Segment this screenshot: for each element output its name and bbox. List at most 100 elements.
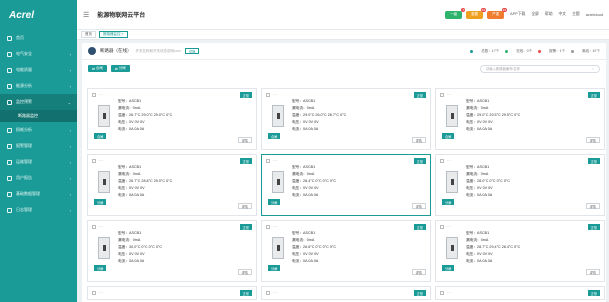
detail-button[interactable]: 详情: [237, 203, 252, 209]
device-header: 断路器（在线） 开关名称和开关状态说明xxxx 切换 总数：17个 在线：0个 报警…: [82, 43, 606, 60]
select-checkbox[interactable]: [92, 291, 96, 295]
sidebar-item-11[interactable]: 日志管理 ›: [0, 202, 77, 218]
switch-button[interactable]: 合闸: [268, 133, 281, 139]
info-leak: 漏电流：0mA: [118, 106, 141, 110]
select-checkbox[interactable]: [266, 225, 270, 229]
sidebar-item-1[interactable]: 电气安全 ›: [0, 46, 77, 62]
breaker-info: 型号：ASCB1 漏电流：0mA 温度：26.7°C 28.8°C 29.0°C 0…: [118, 164, 172, 199]
sidebar-item-0[interactable]: 首页: [0, 30, 77, 46]
select-checkbox[interactable]: [440, 225, 444, 229]
breaker-card[interactable]: ··· 正常 分闸 型号：ASCB1 漏电流：0mA 温度：28.4°C 0°C 0°C …: [261, 154, 431, 216]
sidebar-item-label: 监控预警: [16, 99, 32, 104]
menu-icon[interactable]: ☰: [83, 11, 89, 19]
breaker-card[interactable]: ··· 正常 分闸 型号：ASCB1 漏电流：0mA 温度：30.0°C 0°C 0°C …: [87, 220, 257, 282]
tab-0[interactable]: 首页: [81, 31, 96, 38]
card-dots: ···: [447, 290, 451, 295]
info-curr: 电流：0A 0A 0A: [292, 259, 319, 263]
breaker-card[interactable]: ··· 正常 分闸 型号：ASCB1 漏电流：0mA 温度：26.7°C 28.8°C 2…: [87, 154, 257, 216]
top-link-5[interactable]: acrelcloud: [586, 13, 603, 17]
sidebar: Acrel 首页 电气安全 › 电能质量 › 能源分析 › 监控预警 ⌄ 断路器监控 损耗分析 › 报警…: [0, 0, 77, 302]
sidebar-item-10[interactable]: 基础数据管理 ›: [0, 186, 77, 202]
nav-item-icon: [7, 191, 12, 197]
sidebar-item-2[interactable]: 电能质量 ›: [0, 62, 77, 78]
select-checkbox[interactable]: [266, 93, 270, 97]
switch-button[interactable]: 分闸: [268, 265, 281, 271]
detail-button[interactable]: 详情: [411, 137, 426, 143]
select-checkbox[interactable]: [440, 159, 444, 163]
select-checkbox[interactable]: [440, 93, 444, 97]
switch-button[interactable]: 分闸: [442, 199, 455, 205]
info-model: 型号：ASCB1: [118, 231, 142, 235]
main-area: ☰ 能源物联网云平台 一级 7 重要 19 严重 43 APP下载 全屏 帮助 中文 主题 acrel…: [77, 0, 609, 302]
detail-button[interactable]: 详情: [585, 203, 600, 209]
switch-button[interactable]: 分闸: [442, 265, 455, 271]
detail-button[interactable]: 详情: [585, 269, 600, 275]
select-checkbox[interactable]: [440, 291, 444, 295]
search-icon[interactable]: ○: [592, 67, 594, 71]
breaker-card[interactable]: ··· 正常: [87, 286, 257, 300]
alarm-pill-label: 严重: [492, 12, 500, 16]
breaker-card[interactable]: ··· 正常 合闸 型号：ASCB1 漏电流：0mA 温度：26.7°C 29.0°C 2…: [87, 88, 257, 150]
select-checkbox[interactable]: [92, 225, 96, 229]
switch-button[interactable]: 分闸: [94, 199, 107, 205]
chevron-icon: ›: [69, 207, 71, 213]
chevron-icon: ›: [69, 83, 71, 89]
breaker-info: 型号：ASCB1 漏电流：0mA 温度：29.0°C 26.0°C 28.7°C 0…: [292, 98, 346, 133]
select-checkbox[interactable]: [92, 93, 96, 97]
status-badge: 正常: [239, 92, 252, 98]
breaker-info: 型号：ASCB1 漏电流：0mA 温度：29.0°C 29.5°C 29.5°C 0…: [466, 98, 520, 133]
sidebar-item-6[interactable]: 损耗分析 ›: [0, 122, 77, 138]
info-volt: 电压：0V 0V 0V: [118, 120, 145, 124]
info-temp: 温度：28.0°C 0°C 0°C 0°C: [466, 179, 511, 183]
switch-button[interactable]: 合闸: [442, 133, 455, 139]
switch-button[interactable]: 分闸: [94, 265, 107, 271]
select-checkbox[interactable]: [266, 159, 270, 163]
change-button[interactable]: 切换: [185, 48, 200, 54]
tab-1[interactable]: 断路器监控 ×: [99, 31, 128, 38]
breaker-panel: 断路器（在线） 开关名称和开关状态说明xxxx 切换 总数：17个 在线：0个 报警…: [82, 43, 606, 302]
breaker-card[interactable]: ··· 正常 分闸 型号：ASCB1 漏电流：0mA 温度：28.7°C 29.4°C 2…: [435, 220, 605, 282]
card-dots: ···: [273, 290, 277, 295]
close-all-button[interactable]: ⇄ 分闸: [110, 65, 130, 72]
breaker-card[interactable]: ··· 正常: [435, 286, 605, 300]
top-link-3[interactable]: 中文: [559, 12, 567, 17]
top-link-0[interactable]: APP下载: [510, 12, 525, 17]
breaker-card[interactable]: ··· 正常 合闸 型号：ASCB1 漏电流：0mA 温度：29.0°C 29.5°C 2…: [435, 88, 605, 150]
detail-button[interactable]: 详情: [585, 137, 600, 143]
select-checkbox[interactable]: [266, 291, 270, 295]
breaker-card[interactable]: ··· 正常 分闸 型号：ASCB1 漏电流：0mA 温度：28.0°C 0°C 0°C …: [435, 154, 605, 216]
detail-button[interactable]: 详情: [237, 269, 252, 275]
nav-item-icon: [7, 99, 12, 105]
open-all-button[interactable]: ⇄ 合闸: [88, 65, 107, 72]
detail-button[interactable]: 详情: [411, 269, 426, 275]
breaker-card[interactable]: ··· 正常 分闸 型号：ASCB1 漏电流：0mA 温度：26.6°C 0°C 0°C …: [261, 220, 431, 282]
breaker-card[interactable]: ··· 正常 合闸 型号：ASCB1 漏电流：0mA 温度：29.0°C 26.0°C 2…: [261, 88, 431, 150]
sidebar-item-4[interactable]: 监控预警 ⌄: [0, 94, 77, 110]
sidebar-subitem-5[interactable]: 断路器监控: [0, 110, 77, 122]
info-model: 型号：ASCB1: [118, 99, 142, 103]
sidebar-item-7[interactable]: 报警管理 ›: [0, 138, 77, 154]
detail-button[interactable]: 详情: [237, 137, 252, 143]
alarm-pill-2[interactable]: 严重 43: [487, 7, 508, 19]
sidebar-item-3[interactable]: 能源分析 ›: [0, 78, 77, 94]
top-link-4[interactable]: 主题: [572, 12, 580, 17]
sidebar-item-label: 首页: [16, 35, 24, 40]
switch-button[interactable]: 分闸: [268, 199, 281, 205]
nav-item-icon: [7, 143, 12, 149]
sidebar-item-8[interactable]: 运维管理 ›: [0, 154, 77, 170]
sidebar-item-9[interactable]: 用户报告 ›: [0, 170, 77, 186]
info-volt: 电压：0V 0V 0V: [292, 120, 319, 124]
alarm-pill-1[interactable]: 重要 19: [466, 7, 487, 19]
status-badge: 正常: [587, 290, 600, 296]
breaker-card[interactable]: ··· 正常: [261, 286, 431, 300]
alarm-pill-0[interactable]: 一级 7: [445, 7, 466, 19]
select-checkbox[interactable]: [92, 159, 96, 163]
search-input[interactable]: 请输入断路器编号/名称 ○: [480, 64, 600, 73]
card-dots: ···: [99, 224, 103, 229]
top-link-1[interactable]: 全屏: [531, 12, 539, 17]
switch-button[interactable]: 合闸: [94, 133, 107, 139]
top-link-2[interactable]: 帮助: [545, 12, 553, 17]
breaker-device-icon: [446, 105, 458, 127]
card-dots: ···: [447, 158, 451, 163]
detail-button[interactable]: 详情: [411, 203, 426, 209]
